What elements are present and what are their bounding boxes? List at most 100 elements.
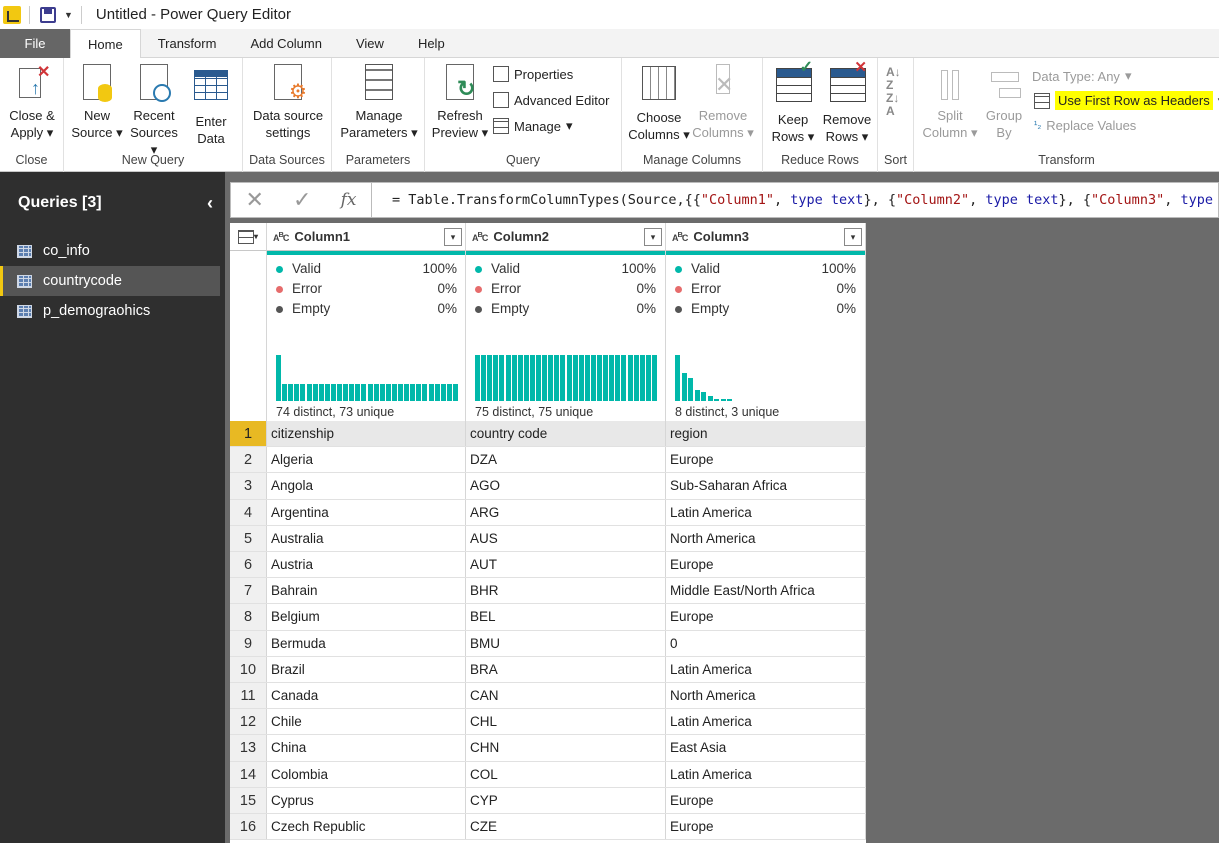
- row-number[interactable]: 5: [230, 525, 267, 551]
- table-cell[interactable]: Belgium: [267, 604, 466, 630]
- table-cell[interactable]: Latin America: [666, 499, 866, 525]
- data-source-settings-button[interactable]: ⚙ Data source settings: [247, 64, 329, 141]
- table-cell[interactable]: CZE: [466, 814, 666, 840]
- row-number[interactable]: 9: [230, 630, 267, 656]
- manage-parameters-button[interactable]: Manage Parameters ▾: [336, 64, 422, 141]
- table-cell[interactable]: Latin America: [666, 656, 866, 682]
- table-cell[interactable]: Algeria: [267, 447, 466, 473]
- table-cell[interactable]: Bermuda: [267, 630, 466, 656]
- check-icon[interactable]: ✓: [293, 187, 311, 213]
- table-cell[interactable]: BHR: [466, 578, 666, 604]
- table-cell[interactable]: BMU: [466, 630, 666, 656]
- row-number[interactable]: 8: [230, 604, 267, 630]
- table-row[interactable]: 8 Belgium BEL Europe: [230, 604, 866, 631]
- row-number[interactable]: 3: [230, 473, 267, 499]
- row-number[interactable]: 16: [230, 814, 267, 840]
- table-cell[interactable]: CAN: [466, 683, 666, 709]
- table-row[interactable]: 14 Colombia COL Latin America: [230, 761, 866, 788]
- row-number[interactable]: 15: [230, 787, 267, 813]
- split-column-button[interactable]: Split Column ▾: [922, 64, 978, 141]
- remove-rows-button[interactable]: ✕ Remove Rows ▾: [819, 59, 875, 145]
- table-row[interactable]: 2 Algeria DZA Europe: [230, 447, 866, 474]
- table-cell[interactable]: Europe: [666, 604, 866, 630]
- close-apply-button[interactable]: ✕ ↑ Close & Apply ▾: [6, 64, 58, 141]
- properties-button[interactable]: Properties: [493, 66, 573, 82]
- enter-data-button[interactable]: Enter Data: [186, 64, 236, 147]
- table-cell[interactable]: China: [267, 735, 466, 761]
- keep-rows-button[interactable]: ✓ Keep Rows ▾: [769, 59, 817, 145]
- use-first-row-as-headers-button[interactable]: Use First Row as Headers ▾: [1034, 91, 1219, 110]
- table-cell[interactable]: Chile: [267, 709, 466, 735]
- query-item-p-demograohics[interactable]: p_demograohics: [0, 296, 225, 326]
- table-cell[interactable]: Argentina: [267, 499, 466, 525]
- table-cell[interactable]: Europe: [666, 787, 866, 813]
- table-row[interactable]: 1 citizenship country code region: [230, 421, 866, 448]
- table-cell[interactable]: Sub-Saharan Africa: [666, 473, 866, 499]
- collapse-pane-icon[interactable]: ‹: [207, 193, 213, 214]
- table-cell[interactable]: Bahrain: [267, 578, 466, 604]
- table-cell[interactable]: Europe: [666, 814, 866, 840]
- table-cell[interactable]: CHL: [466, 709, 666, 735]
- row-number[interactable]: 14: [230, 761, 267, 787]
- tab-add-column[interactable]: Add Column: [233, 29, 339, 58]
- table-cell[interactable]: AGO: [466, 473, 666, 499]
- table-cell[interactable]: Czech Republic: [267, 814, 466, 840]
- table-row[interactable]: 7 Bahrain BHR Middle East/North Africa: [230, 578, 866, 605]
- table-row[interactable]: 5 Australia AUS North America: [230, 525, 866, 552]
- text-type-icon[interactable]: ABC: [472, 230, 488, 243]
- tab-help[interactable]: Help: [401, 29, 462, 58]
- table-cell[interactable]: 0: [666, 630, 866, 656]
- table-menu-icon[interactable]: ▾: [230, 223, 267, 251]
- row-number[interactable]: 6: [230, 552, 267, 578]
- table-cell[interactable]: BEL: [466, 604, 666, 630]
- table-cell[interactable]: Latin America: [666, 761, 866, 787]
- column-filter-button[interactable]: ▾: [644, 228, 662, 246]
- sort-descending-icon[interactable]: Z↓ A: [886, 92, 899, 118]
- row-number[interactable]: 2: [230, 447, 267, 473]
- table-cell[interactable]: AUT: [466, 552, 666, 578]
- table-cell[interactable]: Latin America: [666, 709, 866, 735]
- table-cell[interactable]: COL: [466, 761, 666, 787]
- table-row[interactable]: 12 Chile CHL Latin America: [230, 709, 866, 736]
- row-number[interactable]: 7: [230, 578, 267, 604]
- table-cell[interactable]: CYP: [466, 787, 666, 813]
- data-type-dropdown[interactable]: Data Type: Any ▾: [1032, 68, 1131, 84]
- save-icon[interactable]: [40, 6, 56, 23]
- table-cell[interactable]: Colombia: [267, 761, 466, 787]
- table-row[interactable]: 3 Angola AGO Sub-Saharan Africa: [230, 473, 866, 500]
- new-source-button[interactable]: New Source ▾: [70, 64, 124, 141]
- table-row[interactable]: 11 Canada CAN North America: [230, 683, 866, 710]
- table-cell[interactable]: Europe: [666, 447, 866, 473]
- table-cell[interactable]: region: [666, 421, 866, 447]
- column-header-column2[interactable]: ABC Column2 ▾: [466, 223, 666, 251]
- table-row[interactable]: 16 Czech Republic CZE Europe: [230, 814, 866, 841]
- column-filter-button[interactable]: ▾: [444, 228, 462, 246]
- replace-values-button[interactable]: ¹₂ Replace Values: [1034, 118, 1136, 133]
- table-cell[interactable]: Middle East/North Africa: [666, 578, 866, 604]
- table-row[interactable]: 13 China CHN East Asia: [230, 735, 866, 762]
- tab-view[interactable]: View: [339, 29, 401, 58]
- table-cell[interactable]: North America: [666, 525, 866, 551]
- choose-columns-button[interactable]: Choose Columns ▾: [628, 64, 690, 143]
- advanced-editor-button[interactable]: Advanced Editor: [493, 92, 609, 108]
- table-cell[interactable]: country code: [466, 421, 666, 447]
- table-cell[interactable]: Cyprus: [267, 787, 466, 813]
- cancel-icon[interactable]: ✕: [246, 187, 264, 213]
- row-number[interactable]: 1: [230, 421, 267, 447]
- group-by-button[interactable]: Group By: [980, 64, 1028, 141]
- table-cell[interactable]: Canada: [267, 683, 466, 709]
- quick-access-dropdown-icon[interactable]: ▼: [64, 10, 73, 20]
- row-number[interactable]: 13: [230, 735, 267, 761]
- tab-transform[interactable]: Transform: [141, 29, 234, 58]
- table-row[interactable]: 10 Brazil BRA Latin America: [230, 656, 866, 683]
- table-cell[interactable]: East Asia: [666, 735, 866, 761]
- table-row[interactable]: 9 Bermuda BMU 0: [230, 630, 866, 657]
- column-header-column1[interactable]: ABC Column1 ▾: [267, 223, 466, 251]
- refresh-preview-button[interactable]: ↻ Refresh Preview ▾: [429, 64, 491, 141]
- remove-columns-button[interactable]: ✕ Remove Columns ▾: [692, 64, 754, 141]
- formula-input[interactable]: = Table.TransformColumnTypes(Source,{{"C…: [392, 192, 1213, 208]
- table-cell[interactable]: AUS: [466, 525, 666, 551]
- table-cell[interactable]: Europe: [666, 552, 866, 578]
- tab-file[interactable]: File: [0, 29, 70, 58]
- table-row[interactable]: 6 Austria AUT Europe: [230, 552, 866, 579]
